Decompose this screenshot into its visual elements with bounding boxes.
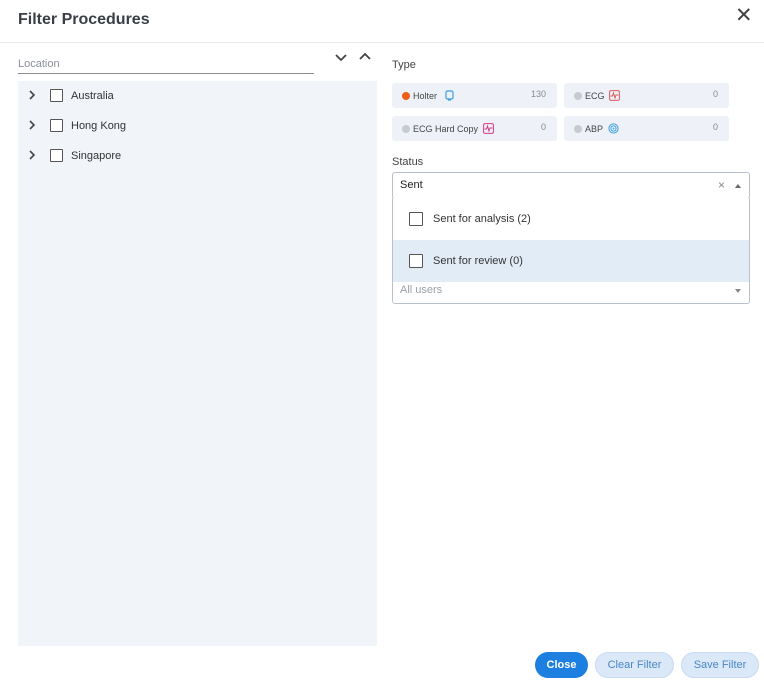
clear-filter-button[interactable]: Clear Filter bbox=[595, 652, 674, 678]
type-count: 0 bbox=[712, 122, 718, 132]
collapse-all-chevron-up-icon[interactable] bbox=[358, 50, 372, 64]
location-search-input[interactable] bbox=[18, 55, 314, 74]
option-checkbox[interactable] bbox=[409, 212, 423, 226]
option-label: Sent for analysis (2) bbox=[433, 213, 531, 225]
status-dropdown-menu: Sent for analysis (2) Sent for review (0… bbox=[392, 198, 750, 283]
dialog-header: Filter Procedures ✕ bbox=[0, 0, 764, 43]
abp-gauge-icon bbox=[608, 123, 619, 134]
users-select[interactable]: All users bbox=[392, 282, 750, 304]
option-checkbox[interactable] bbox=[409, 254, 423, 268]
location-tree-panel: Australia Hong Kong Singapore bbox=[18, 81, 377, 646]
location-label: Singapore bbox=[71, 150, 122, 162]
type-section-label: Type bbox=[392, 59, 416, 71]
status-section-label: Status bbox=[392, 156, 424, 168]
location-tree-item[interactable]: Singapore bbox=[18, 143, 377, 167]
status-option[interactable]: Sent for review (0) bbox=[393, 240, 749, 282]
status-dot bbox=[574, 125, 582, 133]
clear-icon[interactable]: × bbox=[718, 178, 725, 192]
type-name: Holter bbox=[413, 91, 438, 101]
users-placeholder: All users bbox=[400, 284, 443, 296]
status-search-input[interactable] bbox=[400, 179, 700, 191]
type-card-ecg[interactable]: ECG 0 bbox=[564, 83, 729, 108]
close-button[interactable]: Close bbox=[535, 652, 588, 678]
option-label: Sent for review (0) bbox=[433, 255, 523, 267]
status-option[interactable]: Sent for analysis (2) bbox=[393, 198, 749, 240]
ecg-wave-icon bbox=[609, 90, 620, 101]
type-card-abp[interactable]: ABP 0 bbox=[564, 116, 729, 141]
dialog-title: Filter Procedures bbox=[18, 11, 150, 28]
location-label: Hong Kong bbox=[71, 120, 127, 132]
save-filter-button[interactable]: Save Filter bbox=[681, 652, 759, 678]
chevron-right-icon[interactable] bbox=[27, 119, 37, 131]
type-name: ABP bbox=[585, 124, 604, 134]
ecg-hard-copy-icon bbox=[483, 123, 494, 134]
location-tree-item[interactable]: Australia bbox=[18, 83, 377, 107]
status-select[interactable]: × bbox=[392, 172, 750, 199]
type-name: ECG Hard Copy bbox=[413, 124, 479, 134]
type-card-holter[interactable]: Holter 130 bbox=[392, 83, 557, 108]
location-label: Australia bbox=[71, 90, 114, 102]
holter-device-icon bbox=[445, 90, 454, 101]
status-dot bbox=[574, 92, 582, 100]
chevron-right-icon[interactable] bbox=[27, 89, 37, 101]
close-icon[interactable]: ✕ bbox=[735, 5, 753, 26]
location-checkbox[interactable] bbox=[50, 149, 63, 162]
chevron-right-icon[interactable] bbox=[27, 149, 37, 161]
caret-down-icon[interactable] bbox=[735, 289, 741, 293]
type-count: 0 bbox=[712, 89, 718, 99]
expand-all-chevron-down-icon[interactable] bbox=[334, 50, 348, 64]
status-dot bbox=[402, 92, 410, 100]
type-card-ecg-hard-copy[interactable]: ECG Hard Copy 0 bbox=[392, 116, 557, 141]
status-dot bbox=[402, 125, 410, 133]
location-checkbox[interactable] bbox=[50, 119, 63, 132]
type-name: ECG bbox=[585, 91, 605, 101]
caret-up-icon[interactable] bbox=[735, 184, 741, 188]
location-checkbox[interactable] bbox=[50, 89, 63, 102]
type-count: 0 bbox=[540, 122, 546, 132]
type-count: 130 bbox=[530, 89, 546, 99]
location-tree-item[interactable]: Hong Kong bbox=[18, 113, 377, 137]
